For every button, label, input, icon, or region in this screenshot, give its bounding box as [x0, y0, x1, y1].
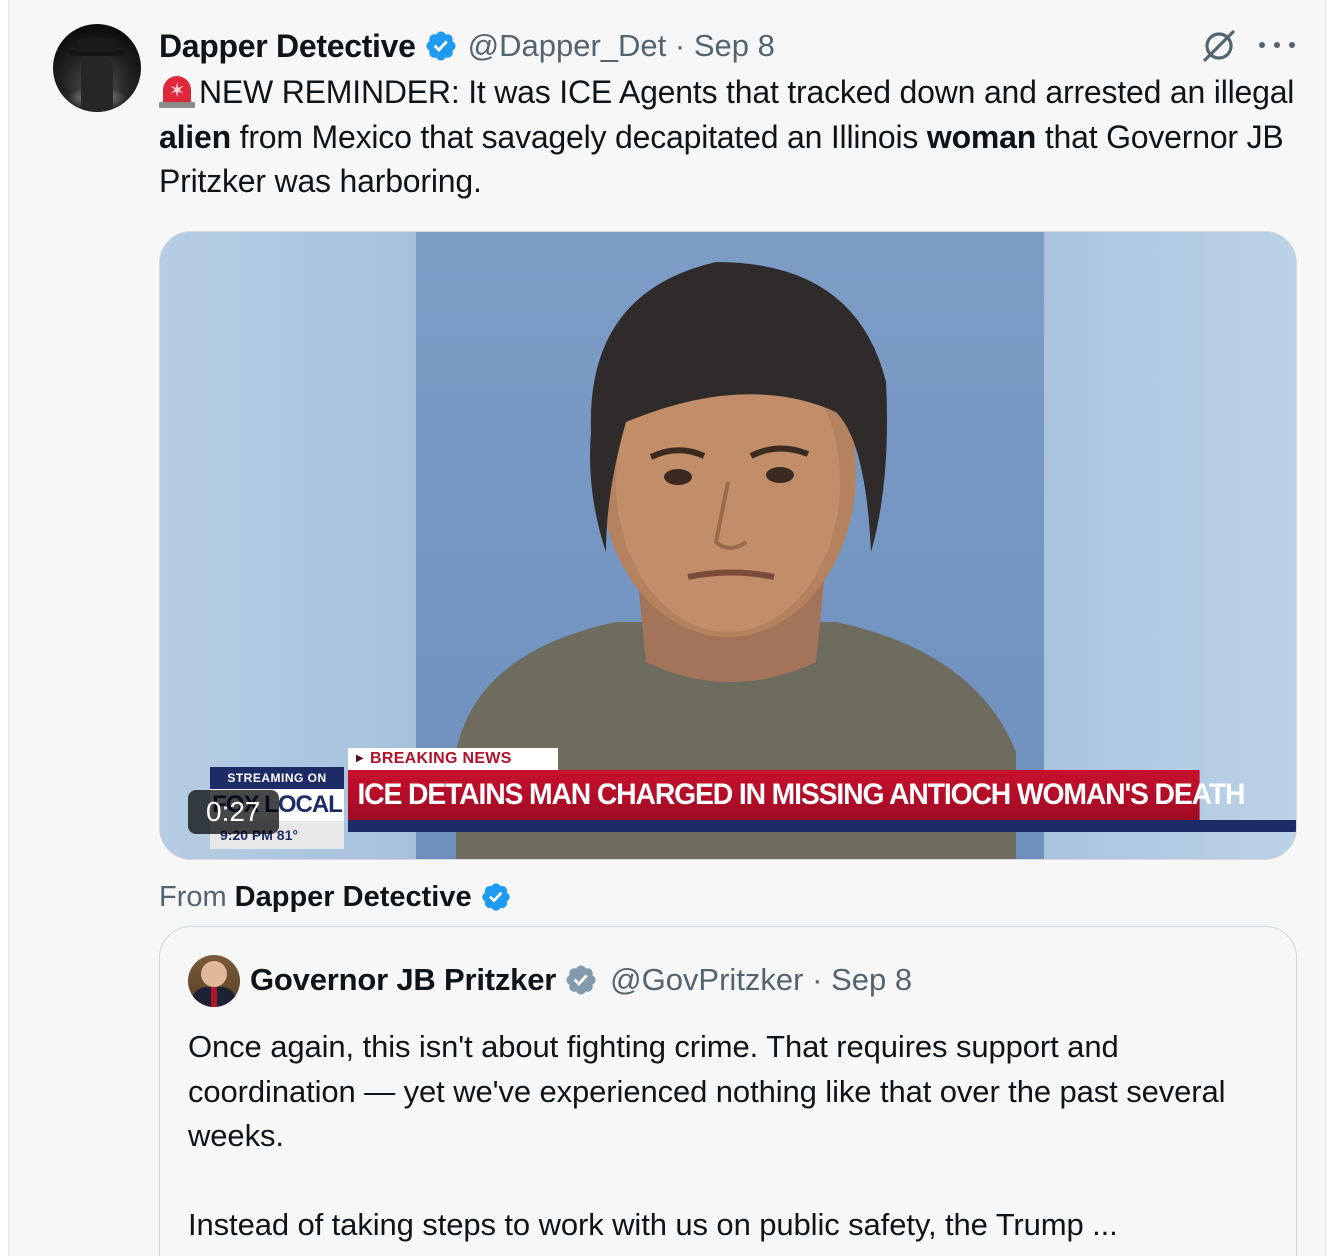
news-lower-third: BREAKING NEWS ICE DETAINS MAN CHARGED IN…	[160, 732, 1296, 859]
tweet-text-part: NEW REMINDER: It was ICE Agents that tra…	[199, 74, 1295, 110]
more-options-icon[interactable]	[1259, 38, 1295, 52]
video-duration: 0:27	[188, 790, 279, 834]
tweet-text-part: from Mexico that savagely decapitated an…	[230, 118, 927, 155]
tweet-header: Dapper Detective @Dapper_Det · Sep 8	[159, 26, 775, 66]
quoted-author-display-name[interactable]: Governor JB Pritzker	[250, 962, 556, 998]
station-top-label: STREAMING ON	[210, 767, 344, 789]
verified-badge-icon[interactable]	[424, 29, 458, 63]
siren-emoji-icon: ✶	[159, 74, 195, 108]
author-handle-and-date: @Dapper_Det · Sep 8	[468, 28, 775, 64]
quoted-post[interactable]: Governor JB Pritzker @GovPritzker · Sep …	[159, 926, 1297, 1256]
news-headline: ICE DETAINS MAN CHARGED IN MISSING ANTIO…	[348, 770, 1245, 820]
tweet-card[interactable]: Dapper Detective @Dapper_Det · Sep 8 ✶ NE…	[8, 0, 1326, 1256]
video-source-attribution: From Dapper Detective	[159, 876, 512, 918]
quoted-post-date: Sep 8	[831, 962, 913, 997]
author-display-name[interactable]: Dapper Detective	[159, 28, 416, 65]
author-handle[interactable]: @Dapper_Det	[468, 28, 667, 63]
grok-icon[interactable]	[1199, 26, 1239, 66]
tweet-text: ✶ NEW REMINDER: It was ICE Agents that tr…	[159, 70, 1299, 204]
government-verified-badge-icon	[566, 965, 596, 995]
post-date[interactable]: Sep 8	[694, 28, 775, 63]
news-stripe	[348, 820, 1296, 832]
author-avatar[interactable]	[53, 24, 141, 112]
quoted-post-text: Once again, this isn't about fighting cr…	[188, 1029, 1226, 1242]
quoted-author-handle-and-date: @GovPritzker · Sep 8	[610, 962, 912, 998]
from-author-link[interactable]: Dapper Detective	[235, 881, 472, 914]
quoted-author-handle: @GovPritzker	[610, 962, 804, 997]
dot-separator: ·	[666, 28, 694, 63]
tweet-text-bold: alien	[159, 118, 231, 155]
breaking-news-tag: BREAKING NEWS	[348, 748, 558, 770]
video-player[interactable]: BREAKING NEWS ICE DETAINS MAN CHARGED IN…	[159, 231, 1297, 860]
dot-separator: ·	[803, 962, 832, 997]
tweet-text-bold: woman	[926, 118, 1037, 155]
verified-badge-icon	[481, 883, 510, 911]
quoted-author-avatar[interactable]	[188, 955, 240, 1007]
quoted-post-header: Governor JB Pritzker @GovPritzker · Sep …	[250, 959, 912, 1001]
from-label: From	[159, 880, 227, 913]
